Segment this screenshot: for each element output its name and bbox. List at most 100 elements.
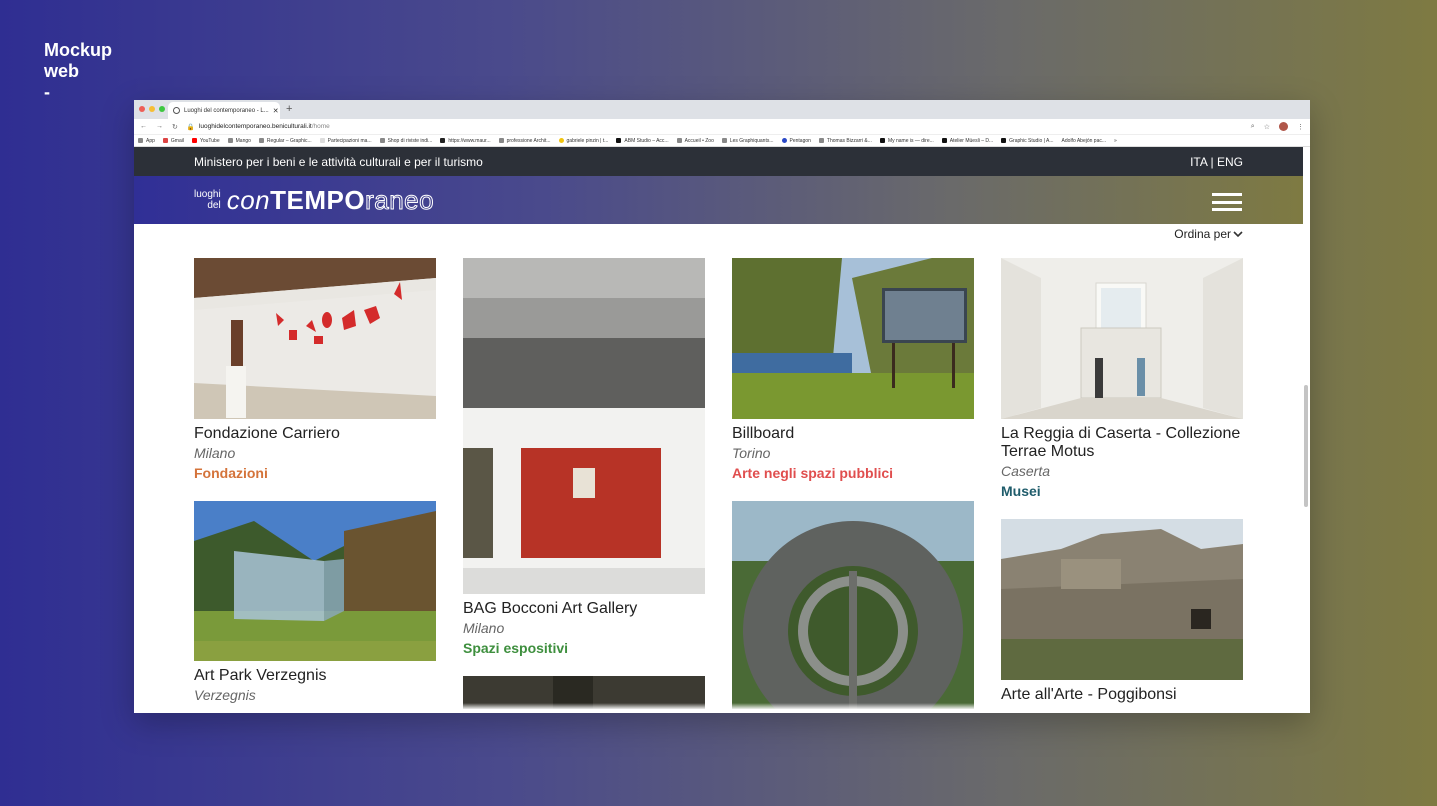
bookmark-item[interactable]: Adolfo Abejón pac... xyxy=(1062,138,1106,144)
lock-icon: 🔒 xyxy=(186,123,195,131)
card-image[interactable] xyxy=(194,258,436,419)
bookmark-item[interactable]: gabriele pinzin | t... xyxy=(558,138,608,144)
bookmark-item[interactable]: Regular – Graphic... xyxy=(258,138,312,144)
card-category[interactable]: Musei xyxy=(1001,482,1243,500)
sort-label: Ordina per xyxy=(1174,227,1231,241)
close-window-button[interactable] xyxy=(139,106,145,112)
bookmark-item[interactable]: YouTube xyxy=(191,138,220,144)
logo-con: con xyxy=(226,184,271,215)
card-photo xyxy=(732,501,974,709)
bookmark-icon xyxy=(558,138,564,143)
site-logo[interactable]: luoghi del conTEMPOraneo xyxy=(194,184,435,216)
card-image[interactable] xyxy=(1001,258,1243,419)
bookmark-item[interactable]: My name is — dire... xyxy=(879,138,934,144)
card-photo xyxy=(732,258,974,419)
browser-window: Luoghi del contemporaneo - L... ✕ + ← → … xyxy=(134,100,1310,713)
main-content: Ordina per Fondazione Carriero Milano Fo… xyxy=(134,224,1303,709)
place-card[interactable]: Fondazione Carriero Milano Fondazioni xyxy=(194,258,436,482)
bookmarks-bar: App Gmail YouTube Mango Regular – Graphi… xyxy=(134,135,1310,147)
card-city: Milano xyxy=(194,445,236,461)
bookmark-item[interactable]: Les Graphiquants... xyxy=(721,138,774,144)
card-title[interactable]: Arte all'Arte - Poggibonsi xyxy=(1001,686,1243,704)
url-path: /home xyxy=(311,123,330,130)
scrollbar-thumb[interactable] xyxy=(1304,385,1308,507)
card-image[interactable] xyxy=(194,501,436,661)
card-photo xyxy=(1001,519,1243,680)
bookmark-item[interactable]: professione Archit... xyxy=(498,138,551,144)
card-photo xyxy=(463,258,705,594)
place-card[interactable]: Art Park Verzegnis Verzegnis xyxy=(194,501,436,704)
new-tab-button[interactable]: + xyxy=(286,103,292,115)
logo-raneo: raneo xyxy=(365,184,435,215)
ministry-bar: Ministero per i beni e le attività cultu… xyxy=(134,147,1303,176)
bookmark-icon xyxy=(879,138,885,143)
close-tab-icon[interactable]: ✕ xyxy=(273,107,279,115)
card-category[interactable]: Arte negli spazi pubblici xyxy=(732,464,974,482)
card-photo xyxy=(194,258,436,419)
bookmark-icon xyxy=(781,138,787,143)
bookmark-item[interactable]: Gmail xyxy=(162,138,184,144)
card-image[interactable] xyxy=(732,258,974,419)
bookmark-item[interactable]: Atelier Müesli – D... xyxy=(941,138,993,144)
maximize-window-button[interactable] xyxy=(159,106,165,112)
language-switch[interactable]: ITA | ENG xyxy=(1190,155,1243,169)
back-icon[interactable]: ← xyxy=(140,123,147,130)
card-city: Caserta xyxy=(1001,463,1051,479)
logo-small-line: del xyxy=(207,200,221,211)
card-title[interactable]: Art Park Verzegnis xyxy=(194,667,436,685)
bookmark-item[interactable]: https://www.maur... xyxy=(440,138,491,144)
card-title[interactable]: Fondazione Carriero xyxy=(194,425,436,443)
globe-icon xyxy=(818,138,824,143)
card-image[interactable] xyxy=(732,501,974,709)
place-card[interactable]: Billboard Torino Arte negli spazi pubbli… xyxy=(732,258,974,482)
minimize-window-button[interactable] xyxy=(149,106,155,112)
place-card[interactable]: Arte all'Arte - Poggibonsi xyxy=(1001,519,1243,704)
card-category[interactable]: Fondazioni xyxy=(194,464,436,482)
mockup-label: Mockup web - xyxy=(44,40,112,103)
browser-tab[interactable]: Luoghi del contemporaneo - L... ✕ xyxy=(168,102,280,119)
card-city: Milano xyxy=(463,620,505,636)
card-image[interactable] xyxy=(463,258,705,594)
bookmarks-overflow-button[interactable]: » xyxy=(1114,138,1117,144)
url-domain: luoghidelcontemporaneo.beniculturali.it xyxy=(198,123,312,130)
ministry-text: Ministero per i beni e le attività cultu… xyxy=(194,154,483,169)
globe-icon xyxy=(173,107,180,114)
bookmark-item[interactable]: Graphic Studio | A... xyxy=(1001,138,1054,144)
reload-icon[interactable]: ↻ xyxy=(172,123,178,131)
logo-tempo: TEMPO xyxy=(270,184,366,215)
bookmark-icon xyxy=(319,138,325,143)
card-city: Verzegnis xyxy=(194,687,256,703)
bookmark-item[interactable]: Thomas Bizzarri &... xyxy=(818,138,872,144)
hamburger-menu-icon[interactable] xyxy=(1212,193,1242,211)
star-icon[interactable]: ☆ xyxy=(1264,123,1270,131)
menu-dots-icon[interactable]: ⋮ xyxy=(1297,123,1304,131)
place-card[interactable]: BAG Bocconi Art Gallery Milano Spazi esp… xyxy=(463,258,705,657)
bookmark-item[interactable]: Mango xyxy=(227,138,251,144)
bookmark-item[interactable]: ABM Studio – Acc... xyxy=(616,138,669,144)
gmail-icon xyxy=(162,138,168,143)
card-title[interactable]: La Reggia di Caserta - Collezione Terrae… xyxy=(1001,425,1243,461)
url-field[interactable]: 🔒 luoghidelcontemporaneo.beniculturali.i… xyxy=(187,123,330,131)
sort-dropdown[interactable]: Ordina per xyxy=(1174,227,1243,241)
bookmark-icon xyxy=(676,138,682,143)
bookmark-icon xyxy=(616,138,622,143)
mockup-label-line: web xyxy=(44,61,80,81)
mockup-label-line: Mockup xyxy=(44,40,113,60)
forward-icon[interactable]: → xyxy=(156,123,163,130)
place-card[interactable] xyxy=(732,501,974,709)
bookmark-item[interactable]: Accueil • Zoo xyxy=(676,138,714,144)
card-image[interactable] xyxy=(1001,519,1243,680)
card-title[interactable]: BAG Bocconi Art Gallery xyxy=(463,600,705,618)
profile-avatar[interactable] xyxy=(1279,122,1288,131)
card-category[interactable]: Spazi espositivi xyxy=(463,639,705,657)
zoom-icon[interactable]: ⌕ xyxy=(1251,123,1255,131)
bottom-fade xyxy=(134,703,1303,709)
bookmark-item[interactable]: Shop di riviste indi... xyxy=(379,138,432,144)
place-card[interactable]: La Reggia di Caserta - Collezione Terrae… xyxy=(1001,258,1243,500)
bookmark-item[interactable]: Pentagon xyxy=(781,138,811,144)
window-controls xyxy=(139,106,165,112)
bookmark-item[interactable]: App xyxy=(138,138,155,144)
card-title[interactable]: Billboard xyxy=(732,425,974,443)
browser-tab-bar: Luoghi del contemporaneo - L... ✕ + xyxy=(134,100,1310,119)
bookmark-item[interactable]: Partecipazioni ma... xyxy=(319,138,372,144)
